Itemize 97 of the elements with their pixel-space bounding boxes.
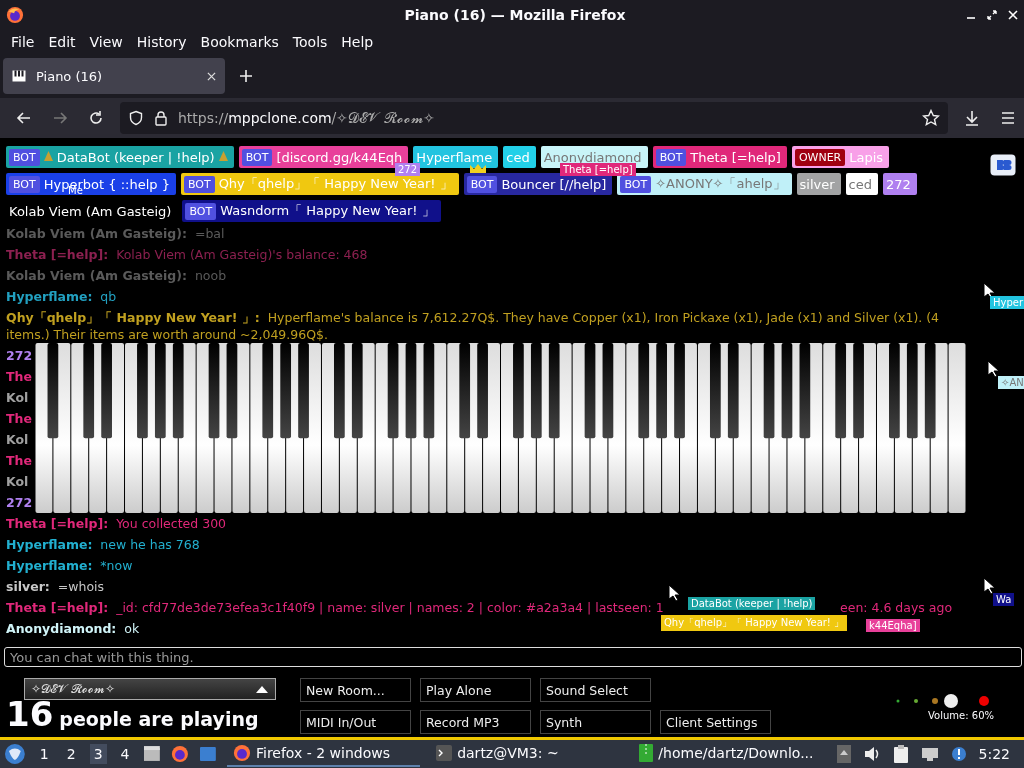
workspace-button[interactable]: 3 (89, 744, 107, 764)
menu-item[interactable]: View (82, 34, 130, 50)
chat-message: 272 (6, 494, 33, 510)
menu-item[interactable]: Help (334, 34, 381, 50)
cursor-name-tooltip: Theta [=help] (560, 163, 636, 176)
control-button[interactable]: Play Alone (420, 678, 531, 702)
participant-tag[interactable]: BOT Theta [=help] (652, 146, 787, 168)
menu-item[interactable]: History (129, 34, 194, 50)
chat-message: The (6, 452, 32, 468)
chat-message: Hyperflame: qb (6, 288, 117, 304)
network-icon[interactable] (920, 746, 939, 762)
chat-message: Anonydiamond: ok (6, 620, 140, 636)
control-button[interactable]: Sound Select (540, 678, 651, 702)
participant-tag[interactable]: BOT Wasndorm「 Happy New Year! 」 (182, 200, 441, 222)
caret-icon (255, 684, 269, 694)
close-icon[interactable] (207, 71, 216, 81)
archive-icon (639, 744, 654, 762)
chat-message: Kol (6, 473, 29, 489)
chat-message: The (6, 368, 32, 384)
chat-message: Kol (6, 389, 29, 405)
maximize-icon[interactable] (987, 10, 997, 20)
mouse-cursor-icon (668, 584, 680, 602)
control-button[interactable]: Client Settings (660, 710, 771, 734)
address-bar[interactable]: https://mppclone.com/✧𝓓𝓔𝓥 𝓡𝓸𝓸𝓶✧ (120, 102, 948, 134)
chat-message: The (6, 410, 32, 426)
chat-message: Kolab Viem (Am Gasteig): noob (6, 267, 227, 283)
window-title: Piano (16) — Mozilla Firefox (403, 7, 627, 23)
participant-tag[interactable]: BOT Qhy「qhelp」「 Happy New Year! 」 (180, 173, 459, 195)
url-text: https://mppclone.com/✧𝓓𝓔𝓥 𝓡𝓸𝓸𝓶✧ (178, 109, 435, 127)
menu-item[interactable]: Edit (41, 34, 83, 50)
chat-message: Theta [=help]: _id: cfd77de3de73efea3c1f40f9 | name: silver | names: 2 | color: #a2a3a4 | lastseen: 1 (6, 599, 664, 615)
bb-app-icon[interactable] (990, 154, 1016, 176)
control-button[interactable]: New Room... (300, 678, 411, 702)
firefox-logo-icon (6, 6, 24, 24)
workspace-button[interactable]: 2 (62, 744, 80, 764)
cursor-name-tooltip: Hyper (990, 296, 1024, 309)
menu-item[interactable]: Bookmarks (193, 34, 286, 50)
taskbar-window[interactable]: Firefox - 2 windows (226, 741, 421, 767)
star-icon[interactable] (922, 109, 940, 127)
firefox-logo-icon[interactable] (171, 745, 190, 763)
notification-icon[interactable] (950, 746, 967, 762)
chat-message: Theta [=help]: Kolab Viem (Am Gasteig)'s balance: 468 (6, 246, 368, 262)
chat-message: Hyperflame: *now (6, 557, 133, 573)
eject-icon[interactable] (836, 745, 851, 763)
chat-message: silver: =whois (6, 578, 104, 594)
chat-message: 272 (6, 347, 33, 363)
chat-message: Hyperflame: new he has 768 (6, 536, 200, 552)
mouse-cursor-icon (983, 282, 995, 300)
menu-item[interactable]: File (4, 34, 42, 50)
cursor-name-tooltip: Qhy「qhelp」「 Happy New Year! 」 (661, 615, 848, 631)
players-label: people are playing (59, 708, 259, 730)
menu-icon[interactable] (1000, 110, 1016, 126)
file-manager-icon[interactable] (143, 745, 162, 763)
room-dropdown[interactable]: ✧𝓓𝓔𝓥 𝓡𝓸𝓸𝓶✧ (24, 678, 276, 700)
browser-tab[interactable]: Piano (16) (3, 58, 225, 94)
piano-keys-icon (12, 69, 26, 83)
mouse-cursor-icon (987, 360, 999, 378)
start-menu-icon[interactable] (4, 743, 26, 765)
participant-tag[interactable]: OWNER Lapis (791, 146, 890, 168)
chat-message: Kolab Viem (Am Gasteig): =bal (6, 225, 225, 241)
download-icon[interactable] (964, 110, 980, 126)
cursor-name-tooltip: k44Eqha] (866, 619, 920, 632)
participant-tag[interactable]: BOT DataBot (keeper | !help) (6, 146, 234, 168)
shield-icon[interactable] (128, 110, 144, 126)
piano-keyboard-drawing[interactable] (35, 343, 966, 513)
taskbar-window[interactable]: /home/dartz/Downlo... (633, 741, 827, 767)
firefox-logo-icon (232, 744, 251, 762)
cursor-name-tooltip: DataBot (keeper | !help) (688, 597, 816, 610)
workspace-button[interactable]: 1 (35, 744, 53, 764)
forward-arrow-icon[interactable] (52, 110, 68, 126)
clipboard-icon[interactable] (892, 745, 909, 763)
terminal-icon (436, 745, 453, 761)
participant-tag[interactable]: ced (845, 173, 878, 195)
chat-message-end: een: 4.6 days ago (840, 598, 953, 616)
volume-label: Volume: 60% (928, 710, 994, 721)
control-button[interactable]: MIDI In/Out (300, 710, 411, 734)
tree-icon (218, 151, 228, 163)
chat-message: Theta [=help]: You collected 300 (6, 515, 227, 531)
cursor-name-tooltip: ✧AN (998, 376, 1024, 389)
back-arrow-icon[interactable] (16, 110, 32, 126)
cursor-name-tooltip: 272 (395, 163, 421, 176)
control-button[interactable]: Record MP3 (420, 710, 531, 734)
reload-icon[interactable] (88, 110, 104, 126)
taskbar-window[interactable]: dartz@VM3: ~ (430, 741, 624, 767)
workspace-button[interactable]: 4 (116, 744, 134, 764)
cursor-name-tooltip: Wa (993, 593, 1015, 606)
chat-message: Qhy「qhelp」「 Happy New Year! 」: Hyperflame's balance is 7,612.27Q$. They have Copper (x1), Iron Pickaxe (x1), Jade (x1) and Silver (x1). (4 items.) Their items are worth around ~2,049.96Q$. (6, 309, 940, 342)
clock: 5:22 (978, 746, 1010, 762)
mouse-cursor-icon (983, 577, 995, 595)
chat-input[interactable]: You can chat with this thing. (4, 647, 1022, 667)
lock-icon[interactable] (154, 110, 168, 126)
menu-item[interactable]: Tools (285, 34, 335, 50)
control-button[interactable]: Synth (540, 710, 651, 734)
chat-message: Kol (6, 431, 29, 447)
speaker-icon[interactable] (862, 745, 881, 763)
new-tab-icon[interactable] (239, 69, 253, 83)
window-icon[interactable] (199, 745, 217, 763)
